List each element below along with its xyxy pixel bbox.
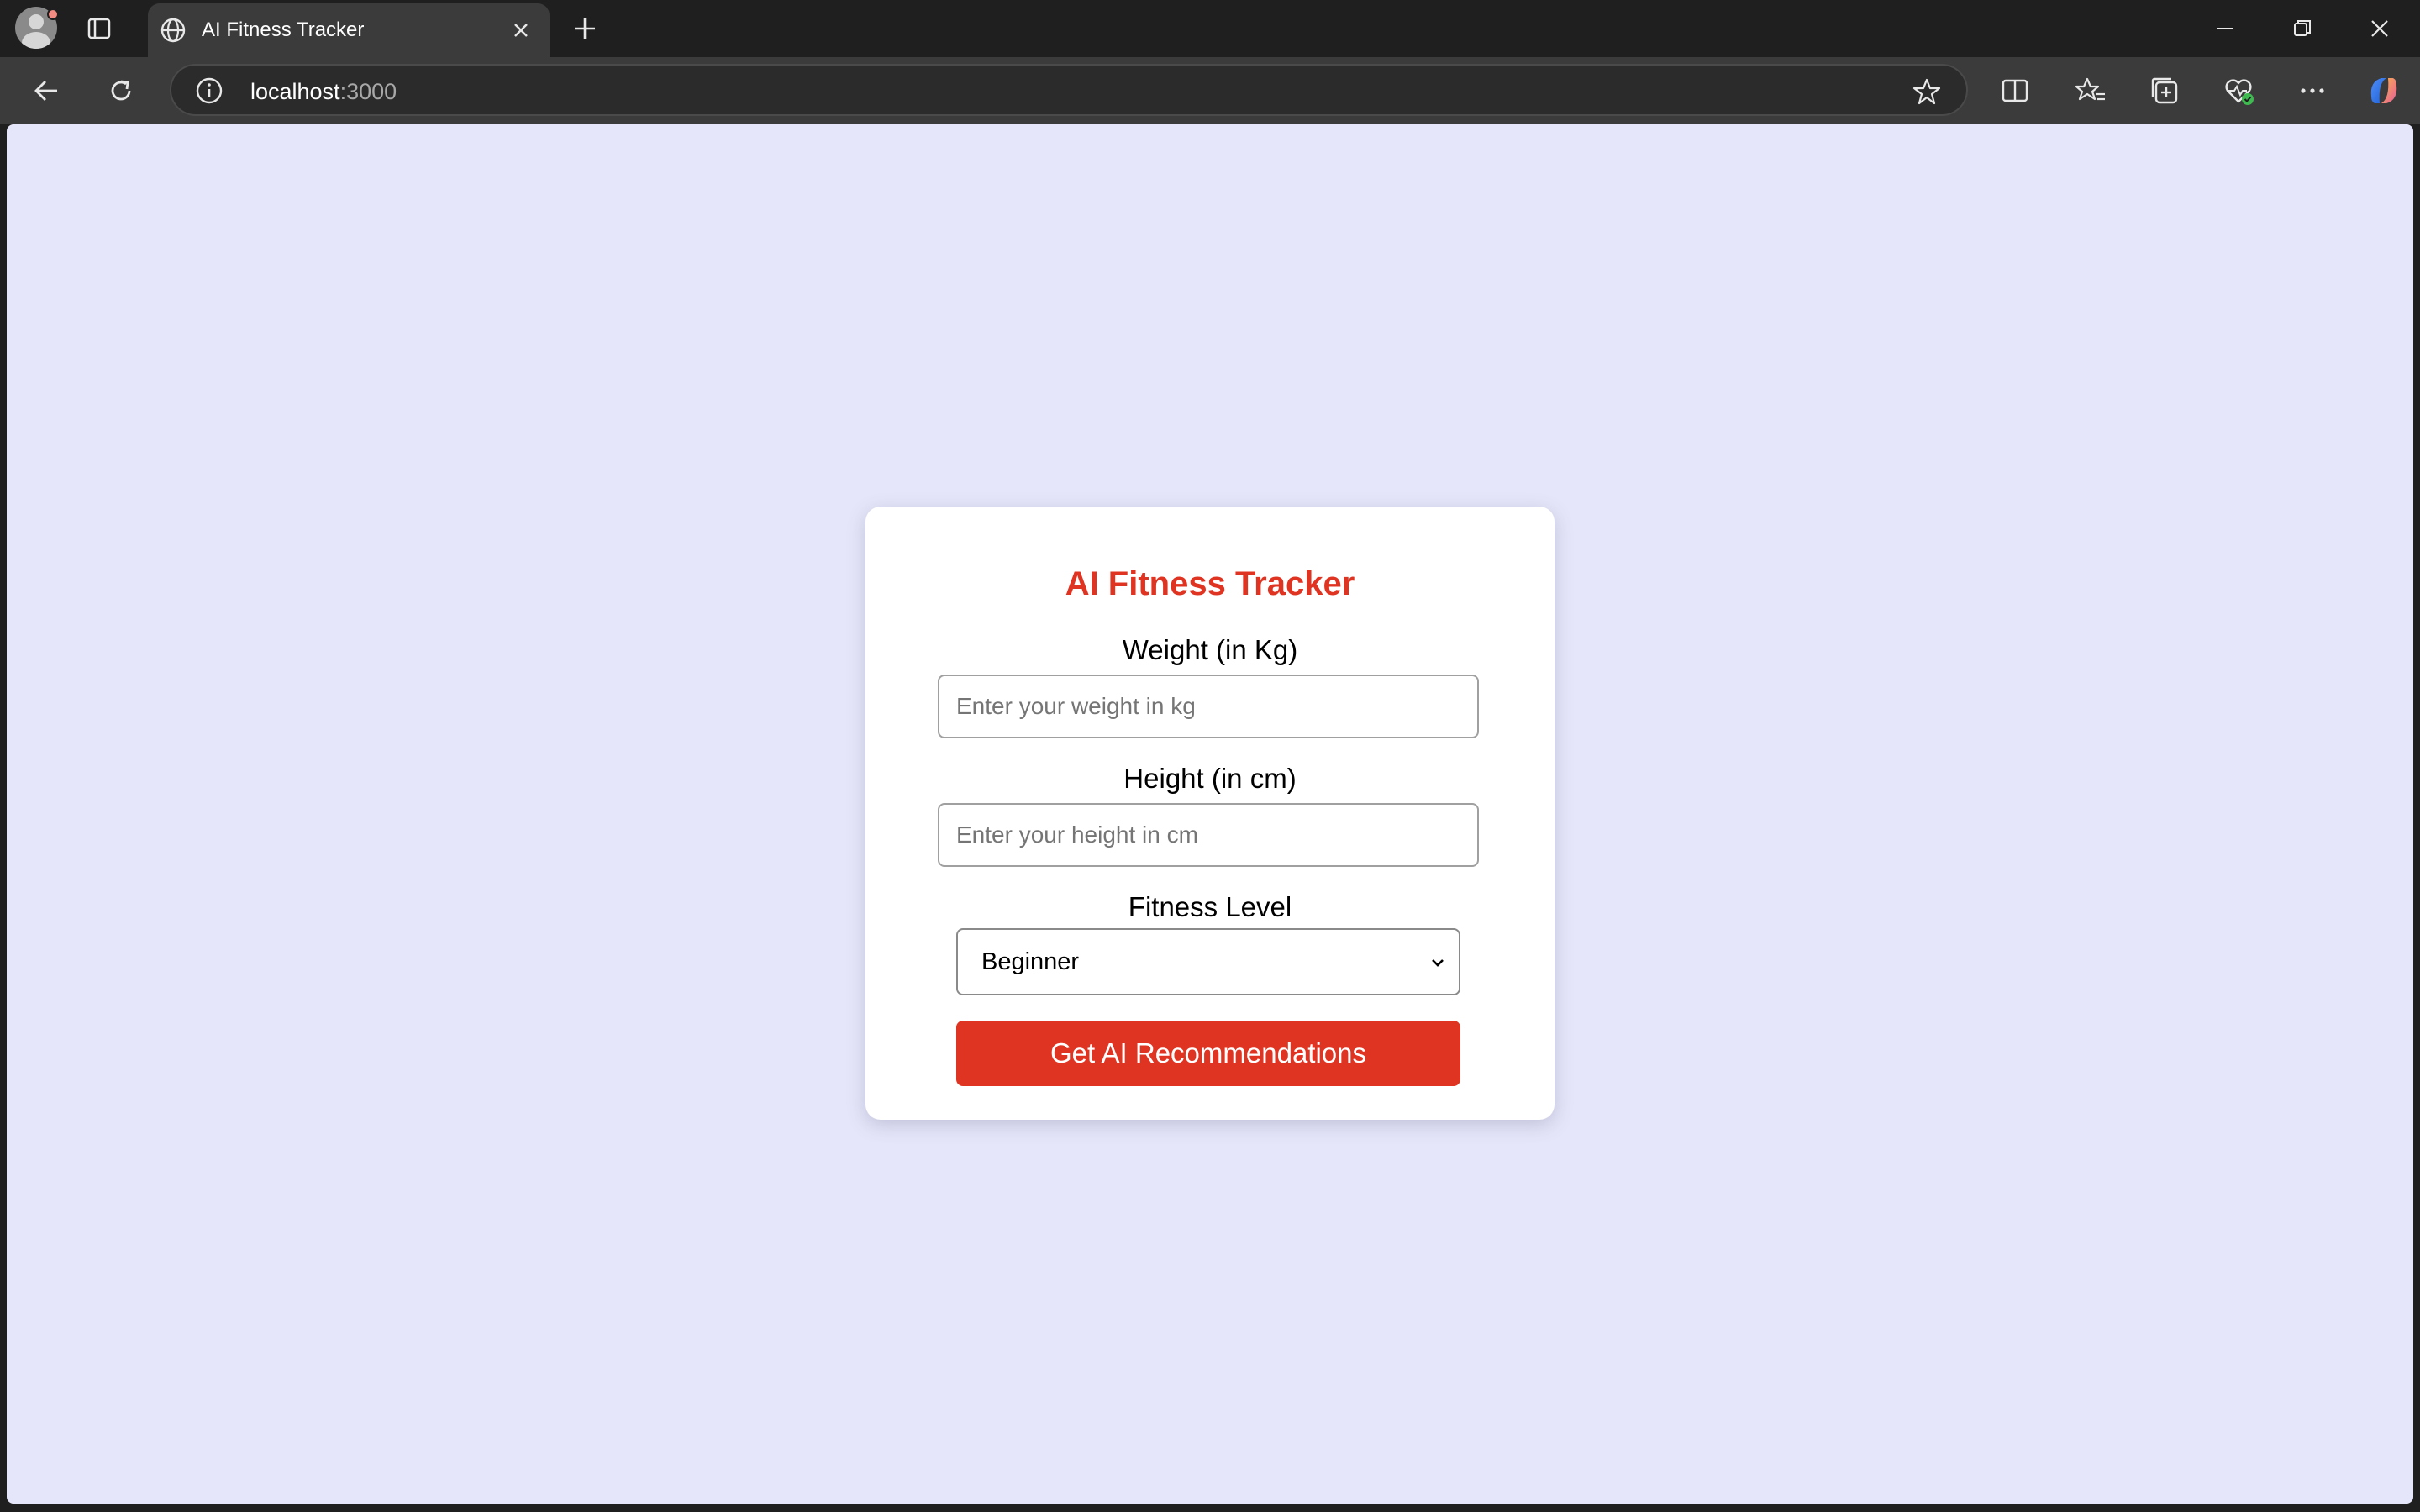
fitness-level-select[interactable]: Beginner: [956, 928, 1460, 995]
page-viewport: AI Fitness Tracker Weight (in Kg) Height…: [7, 124, 2413, 1504]
heart-pulse-icon[interactable]: [2222, 74, 2255, 108]
page-title: AI Fitness Tracker: [1065, 565, 1355, 602]
star-icon[interactable]: [1911, 76, 1943, 108]
split-screen-icon[interactable]: [1998, 74, 2032, 108]
plus-icon[interactable]: [570, 13, 600, 44]
browser-titlebar: AI Fitness Tracker: [0, 0, 2420, 57]
url-text: localhost:3000: [250, 79, 397, 104]
fitness-level-label: Fitness Level: [1128, 891, 1292, 922]
globe-icon: [160, 18, 186, 43]
window-close-icon[interactable]: [2365, 13, 2395, 44]
minimize-icon[interactable]: [2210, 13, 2240, 44]
chevron-down-icon: [1432, 959, 1444, 967]
browser-tab-active[interactable]: AI Fitness Tracker: [148, 3, 550, 57]
refresh-icon[interactable]: [104, 74, 138, 108]
collections-icon[interactable]: [2148, 74, 2181, 108]
favorites-icon[interactable]: [2074, 74, 2107, 108]
address-bar[interactable]: localhost:3000: [170, 64, 1968, 116]
height-input[interactable]: [938, 803, 1479, 867]
restore-icon[interactable]: [2287, 13, 2317, 44]
fitness-form-card: AI Fitness Tracker Weight (in Kg) Height…: [865, 507, 1555, 1120]
notification-dot: [47, 8, 59, 20]
fitness-level-value: Beginner: [981, 948, 1080, 975]
copilot-icon[interactable]: [2365, 71, 2403, 110]
get-recommendations-button[interactable]: Get AI Recommendations: [956, 1021, 1460, 1086]
weight-input[interactable]: [938, 675, 1479, 738]
browser-toolbar: localhost:3000: [0, 57, 2420, 124]
tab-actions-icon[interactable]: [86, 15, 113, 42]
weight-label: Weight (in Kg): [1122, 634, 1298, 665]
info-icon[interactable]: [195, 76, 224, 105]
back-arrow-icon[interactable]: [30, 74, 64, 108]
close-icon[interactable]: [508, 17, 534, 44]
tab-title: AI Fitness Tracker: [202, 18, 365, 41]
ellipsis-icon[interactable]: [2296, 74, 2329, 108]
height-label: Height (in cm): [1123, 763, 1297, 794]
